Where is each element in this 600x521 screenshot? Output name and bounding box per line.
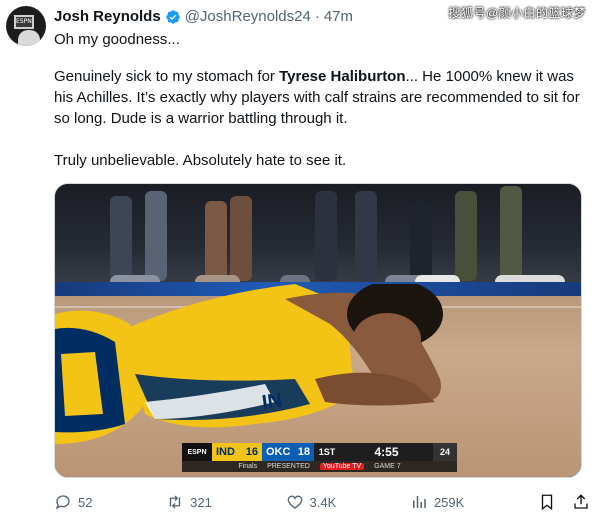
views-icon xyxy=(412,496,426,508)
tweet-line-1: Oh my goodness... xyxy=(54,31,180,48)
team2-score: 18 xyxy=(297,446,310,458)
tweet-paragraph-2: Truly unbelievable. Absolutely hate to s… xyxy=(54,152,347,169)
reply-icon xyxy=(55,495,70,510)
presented-label: PRESENTED xyxy=(267,463,310,470)
team2-name: OKC xyxy=(266,446,291,458)
timestamp[interactable]: 47m xyxy=(324,8,353,25)
separator: · xyxy=(314,8,320,25)
views-count: 259K xyxy=(433,494,465,510)
verified-badge-icon xyxy=(166,9,180,24)
repost-count: 321 xyxy=(190,494,212,510)
scorebug: ESPN IND 16 OKC 18 1ST 4:55 24 xyxy=(182,443,457,461)
like-count: 3.4K xyxy=(309,494,337,510)
share-icon[interactable] xyxy=(572,493,590,511)
quarter: 1ST xyxy=(314,443,340,461)
author-handle[interactable]: @JoshReynolds24 xyxy=(185,8,311,25)
author-name[interactable]: Josh Reynolds xyxy=(54,8,161,25)
mention-name: Tyrese Haliburton xyxy=(279,68,406,85)
like-button[interactable]: 3.4K xyxy=(286,493,337,511)
team1-box: IND 16 xyxy=(212,443,262,461)
views-button[interactable]: 259K xyxy=(410,493,464,511)
action-bar: 52 321 3.4K 259K xyxy=(54,490,590,514)
sponsor-label: YouTube TV xyxy=(319,463,365,470)
repost-button[interactable]: 321 xyxy=(166,493,212,511)
bookmark-icon[interactable] xyxy=(538,493,556,511)
crowd-background xyxy=(55,184,581,289)
repost-icon xyxy=(169,495,181,509)
game-clock: 4:55 xyxy=(340,443,433,461)
tweet-media[interactable]: IN ESPN IND 16 OKC 18 1ST 4:55 24 Finals… xyxy=(54,183,582,478)
reply-button[interactable]: 52 xyxy=(54,493,92,511)
like-icon xyxy=(287,495,302,509)
finals-label: Finals xyxy=(238,463,258,470)
network-logo: ESPN xyxy=(182,443,212,461)
tweet-text: Genuinely sick to my stomach for Tyrese … xyxy=(54,66,594,192)
avatar-label: ESPN xyxy=(16,18,32,25)
team1-score: 16 xyxy=(245,446,258,458)
author-meta: Josh Reynolds @JoshReynolds24 · 47m xyxy=(54,8,353,25)
scorebug-footer: Finals PRESENTED YouTube TV GAME 7 xyxy=(182,461,457,472)
tweet-paragraph-1: Genuinely sick to my stomach for Tyrese … xyxy=(54,68,580,127)
team2-box: OKC 18 xyxy=(262,443,314,461)
team1-name: IND xyxy=(216,446,235,458)
secondary-actions xyxy=(538,493,590,511)
reply-count: 52 xyxy=(78,494,93,510)
game-label: GAME 7 xyxy=(374,463,401,470)
shot-clock: 24 xyxy=(433,443,457,461)
avatar[interactable]: ESPN xyxy=(6,6,46,46)
jersey-text: IN xyxy=(261,389,284,414)
